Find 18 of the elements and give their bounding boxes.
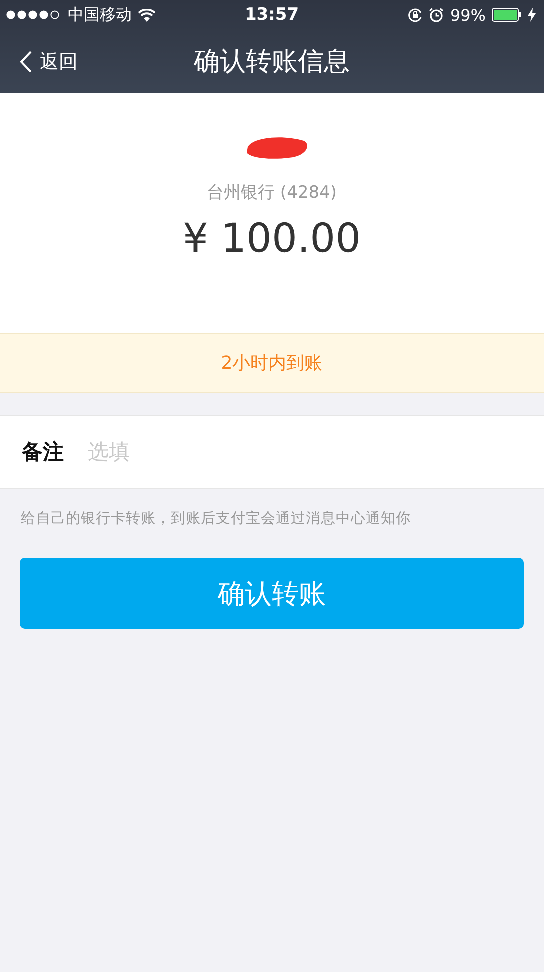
battery-icon xyxy=(492,8,522,22)
arrival-time-text: 2小时内到账 xyxy=(221,352,323,375)
page-title: 确认转账信息 xyxy=(194,46,350,79)
remark-label: 备注 xyxy=(22,439,64,466)
battery-percent: 99% xyxy=(450,6,486,24)
back-button[interactable]: 返回 xyxy=(0,48,78,74)
carrier-name: 中国移动 xyxy=(68,4,132,26)
wifi-icon xyxy=(138,8,156,22)
chevron-left-icon xyxy=(20,50,32,72)
alarm-icon xyxy=(429,8,444,22)
hint-text: 给自己的银行卡转账，到账后支付宝会通过消息中心通知你 xyxy=(21,510,412,528)
rotation-lock-icon xyxy=(408,8,424,22)
redaction-mark xyxy=(244,135,310,161)
status-time: 13:57 xyxy=(244,5,300,25)
bank-account: 台州银行 (4284) xyxy=(207,182,337,204)
signal-icon xyxy=(6,10,62,20)
charging-icon xyxy=(528,8,536,22)
transfer-amount: ¥ 100.00 xyxy=(182,216,362,262)
